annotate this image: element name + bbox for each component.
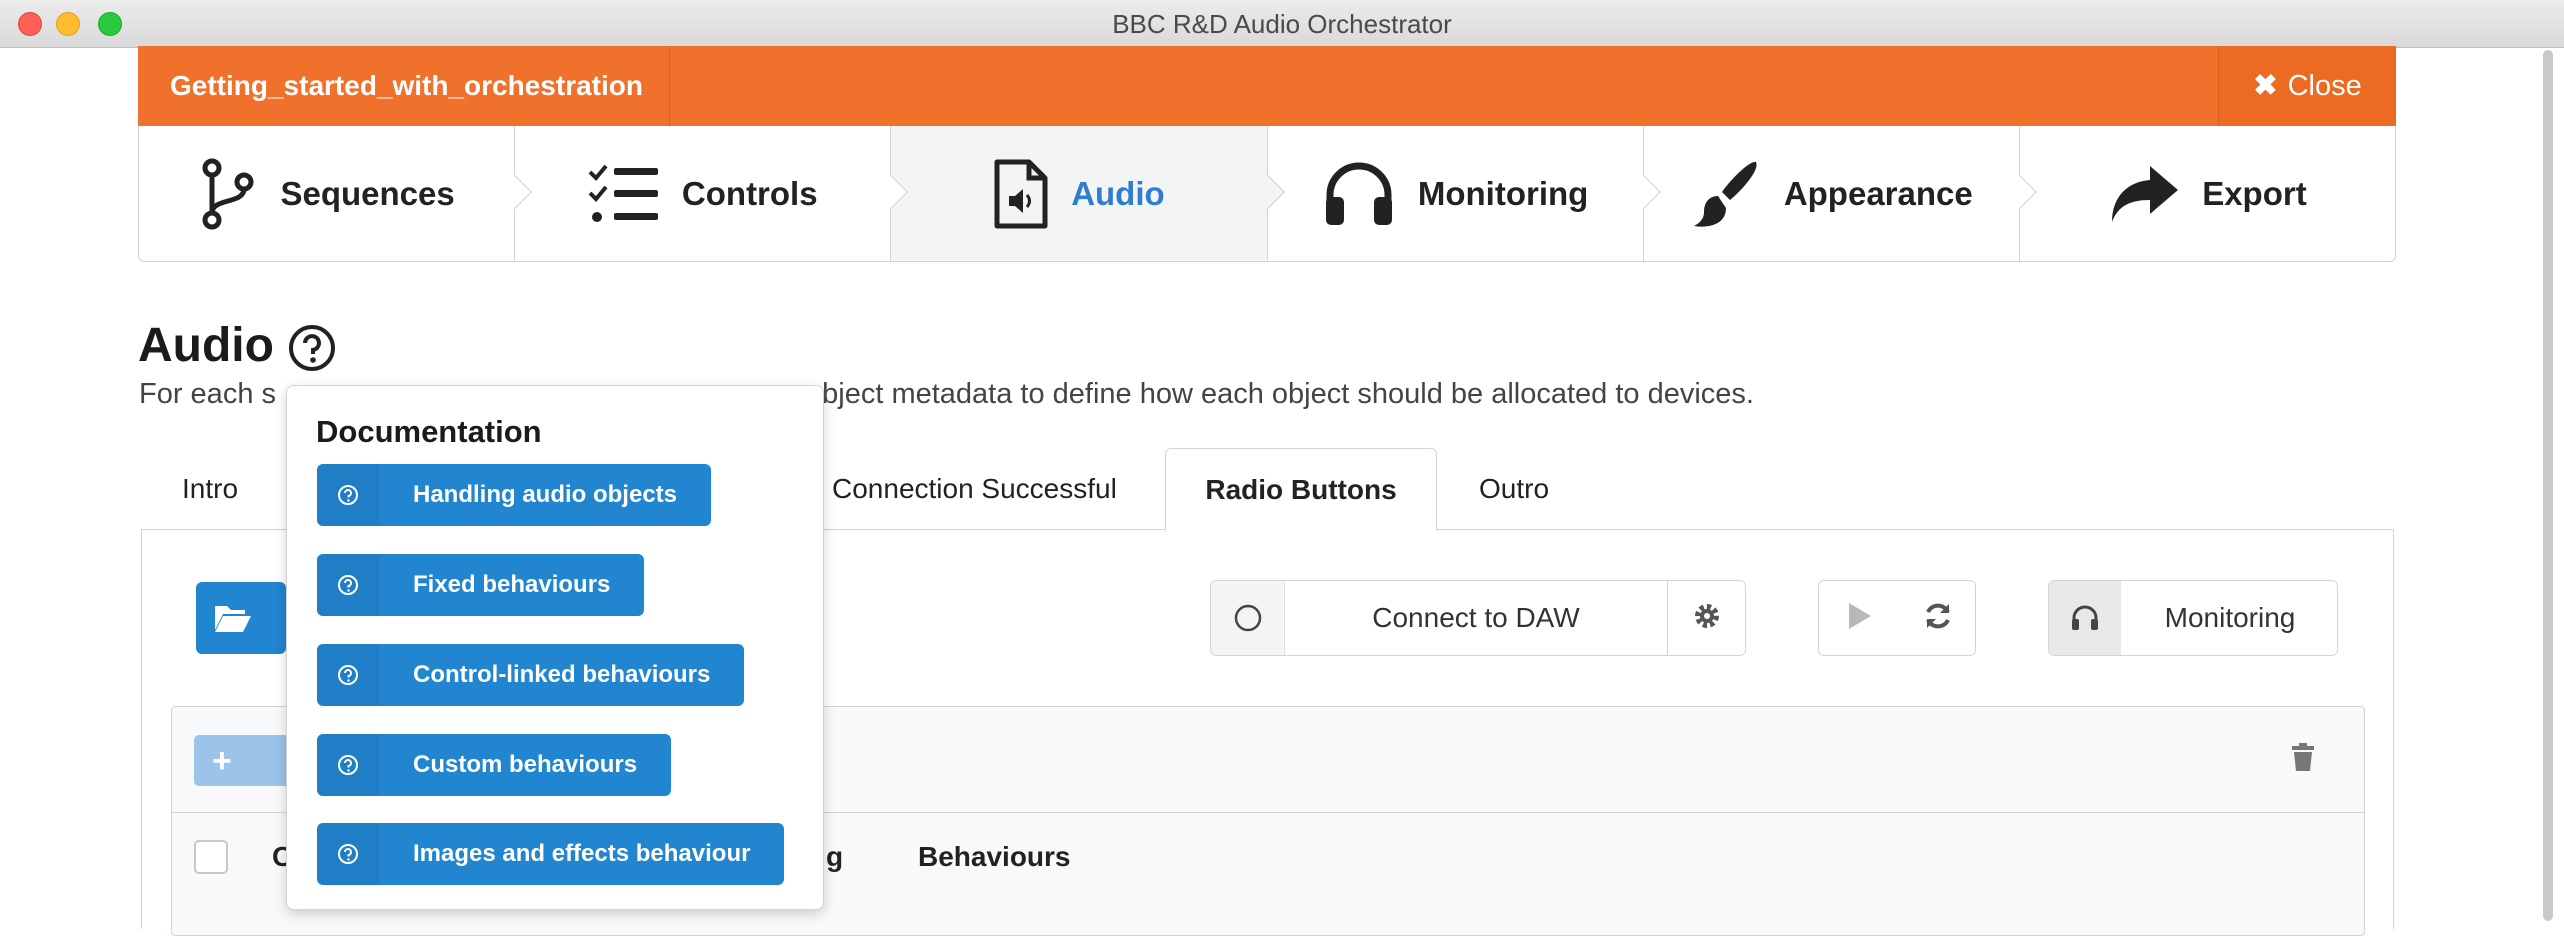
open-files-button[interactable] bbox=[196, 582, 286, 654]
tab-radio-buttons[interactable]: Radio Buttons bbox=[1165, 448, 1437, 531]
tab-outro[interactable]: Outro bbox=[1439, 448, 1589, 530]
window-titlebar: BBC R&D Audio Orchestrator bbox=[0, 0, 2564, 48]
branch-icon bbox=[198, 158, 258, 230]
question-circle-icon bbox=[317, 464, 379, 526]
refresh-button[interactable] bbox=[1898, 581, 1977, 655]
select-all-checkbox[interactable] bbox=[194, 840, 228, 874]
gear-icon bbox=[1691, 600, 1723, 637]
refresh-icon bbox=[1922, 600, 1954, 637]
documentation-popup: Documentation Handling audio objects Fix… bbox=[286, 385, 824, 910]
monitoring-button[interactable]: Monitoring bbox=[2121, 581, 2339, 655]
paint-brush-icon bbox=[1690, 158, 1762, 230]
doc-link-label: Handling audio objects bbox=[413, 481, 678, 508]
headphones-icon bbox=[2049, 581, 2121, 655]
file-audio-icon bbox=[993, 158, 1049, 230]
monitoring-group[interactable]: Monitoring bbox=[2048, 580, 2338, 656]
window-title: BBC R&D Audio Orchestrator bbox=[1112, 9, 1452, 39]
step-label: Audio bbox=[1071, 174, 1165, 212]
plus-icon: + bbox=[212, 742, 232, 780]
doc-link-label: Images and effects behaviour bbox=[413, 840, 751, 867]
doc-link-label: Fixed behaviours bbox=[413, 571, 611, 598]
doc-link-label: Custom behaviours bbox=[413, 751, 638, 778]
headphones-icon bbox=[1322, 161, 1396, 227]
step-label: Controls bbox=[681, 174, 818, 212]
page-title: Audio bbox=[138, 319, 274, 372]
folder-open-icon bbox=[213, 602, 253, 639]
question-circle-icon bbox=[317, 823, 379, 885]
intro-text-right: object metadata to define how each objec… bbox=[806, 378, 1754, 410]
doc-link-handling-audio-objects[interactable]: Handling audio objects bbox=[317, 464, 712, 526]
step-sequences[interactable]: Sequences bbox=[139, 126, 533, 261]
close-project-button[interactable]: ✖ Close bbox=[2218, 46, 2396, 126]
scrollbar[interactable] bbox=[2538, 50, 2556, 921]
step-audio[interactable]: Audio bbox=[891, 126, 1285, 261]
column-header-behaviours[interactable]: Behaviours bbox=[918, 841, 1071, 873]
add-object-button[interactable]: + bbox=[194, 735, 294, 786]
tab-connection-successful[interactable]: Connection Successful bbox=[792, 448, 1157, 530]
step-label: Export bbox=[2202, 174, 2307, 212]
doc-link-label: Control-linked behaviours bbox=[413, 661, 711, 688]
doc-link-custom-behaviours[interactable]: Custom behaviours bbox=[317, 734, 672, 796]
play-icon bbox=[1845, 601, 1873, 636]
close-label: Close bbox=[2287, 70, 2362, 102]
step-label: Monitoring bbox=[1417, 174, 1589, 212]
help-icon[interactable] bbox=[288, 324, 336, 372]
tasks-icon bbox=[588, 162, 660, 226]
project-name: Getting_started_with_orchestration bbox=[138, 46, 670, 126]
connection-status-icon bbox=[1211, 581, 1285, 655]
step-navigation: Sequences Controls Audio Monitoring Appe… bbox=[138, 126, 2396, 262]
step-export[interactable]: Export bbox=[2020, 126, 2395, 261]
connect-daw-button[interactable]: Connect to DAW bbox=[1285, 581, 1667, 655]
scrollbar-thumb[interactable] bbox=[2543, 50, 2553, 921]
question-circle-icon bbox=[317, 554, 379, 616]
step-appearance[interactable]: Appearance bbox=[1644, 126, 2037, 261]
column-header-routing[interactable]: g bbox=[826, 841, 843, 873]
project-header: Getting_started_with_orchestration ✖ Clos… bbox=[138, 46, 2396, 126]
daw-settings-button[interactable] bbox=[1667, 581, 1746, 655]
doc-link-images-and-effects-behaviour[interactable]: Images and effects behaviour bbox=[317, 823, 785, 885]
close-icon: ✖ bbox=[2253, 70, 2278, 102]
doc-link-control-linked-behaviours[interactable]: Control-linked behaviours bbox=[317, 644, 745, 706]
step-controls[interactable]: Controls bbox=[515, 126, 909, 261]
intro-text-left: For each s bbox=[139, 378, 276, 410]
tab-intro[interactable]: Intro bbox=[142, 448, 278, 530]
question-circle-icon bbox=[317, 644, 379, 706]
trash-icon[interactable] bbox=[2290, 742, 2316, 777]
connect-daw-group: Connect to DAW bbox=[1210, 580, 1746, 656]
play-button[interactable] bbox=[1819, 581, 1898, 655]
step-label: Sequences bbox=[280, 174, 455, 212]
playback-group bbox=[1818, 580, 1976, 656]
step-label: Appearance bbox=[1783, 174, 1973, 212]
doc-link-fixed-behaviours[interactable]: Fixed behaviours bbox=[317, 554, 645, 616]
question-circle-icon bbox=[317, 734, 379, 796]
popup-title: Documentation bbox=[316, 414, 542, 449]
share-icon bbox=[2108, 162, 2180, 226]
step-monitoring[interactable]: Monitoring bbox=[1268, 126, 1661, 261]
